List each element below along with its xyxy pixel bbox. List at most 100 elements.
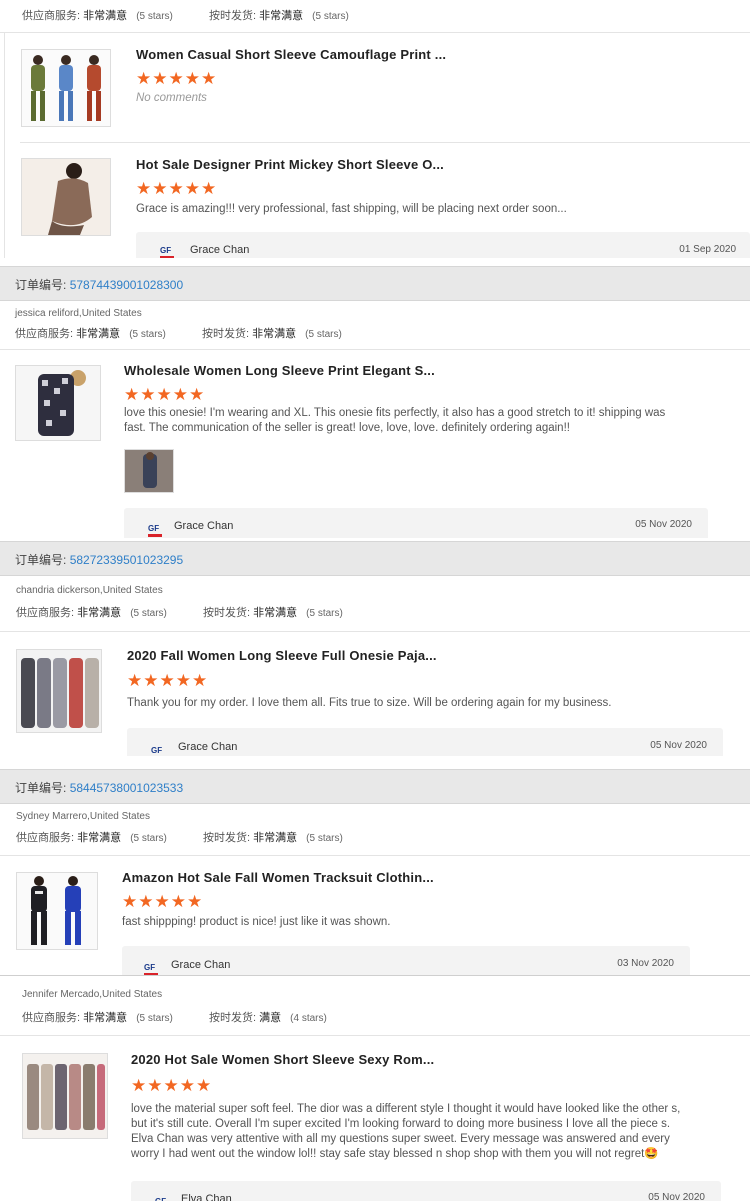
reviewer-name: chandria dickerson,United States [16,585,163,596]
review-comment: fast shippping! product is nice! just li… [122,916,391,928]
seller-reply-date: 03 Nov 2020 [617,958,674,969]
on-time-shipping-count: (4 stars) [290,1013,327,1024]
product-thumbnail[interactable] [21,49,111,127]
review-comment: love this onesie! I'm wearing and XL. Th… [124,407,666,434]
supplier-service-value: 非常满意 [83,1012,128,1024]
seller-logo-icon: GF [160,246,175,258]
product-title[interactable]: Amazon Hot Sale Fall Women Tracksuit Clo… [122,870,434,885]
supplier-service-label: 供应商服务: [15,328,74,340]
seller-reply-name: Grace Chan [171,959,231,971]
supplier-service-value: 非常满意 [77,832,122,844]
review-photo[interactable] [124,449,174,493]
seller-reply: GF Grace Chan 03 Nov 2020 [122,946,690,975]
on-time-shipping-count: (5 stars) [306,833,343,844]
review-block-5: Jennifer Mercado,United States 供应商服务: 非常… [0,975,750,1201]
product-title[interactable]: Women Casual Short Sleeve Camouflage Pri… [136,47,446,62]
order-number-link[interactable]: 58445738001023533 [70,781,183,795]
on-time-shipping-label: 按时发货: [208,1012,257,1024]
star-rating-icons: ★★★★★ [136,179,218,198]
order-number-label: 订单编号: [15,278,67,292]
rating-row: 供应商服务: 非常满意 (5 stars) 按时发货: 非常满意 (5 star… [16,829,343,845]
product-image [22,159,110,235]
order-number-link[interactable]: 58272339501023295 [70,553,183,567]
seller-reply: GF Grace Chan 05 Nov 2020 [124,508,708,538]
supplier-service-count: (5 stars) [130,608,167,619]
product-title[interactable]: 2020 Hot Sale Women Short Sleeve Sexy Ro… [131,1052,434,1067]
supplier-service-value: 非常满意 [83,10,128,22]
on-time-shipping-value: 非常满意 [253,607,298,619]
seller-reply: GF Grace Chan 05 Nov 2020 [127,728,723,756]
seller-logo-icon: GF [155,1197,166,1201]
rating-row: 供应商服务: 非常满意 (5 stars) 按时发货: 非常满意 (5 star… [22,7,349,23]
on-time-shipping-label: 按时发货: [208,10,257,22]
on-time-shipping-label: 按时发货: [202,607,251,619]
on-time-shipping-count: (5 stars) [312,11,349,22]
review-block-3: 订单编号: 58272339501023295 chandria dickers… [0,541,750,756]
review-photo-image [125,450,173,492]
star-rating-icons: ★★★★★ [131,1076,213,1095]
on-time-shipping-value: 非常满意 [259,10,304,22]
seller-reply: GF Grace Chan 01 Sep 2020 [136,232,750,258]
star-rating-icons: ★★★★★ [122,892,204,911]
product-image [16,366,100,440]
supplier-service-label: 供应商服务: [16,607,75,619]
order-number-label: 订单编号: [15,781,67,795]
reviewer-name: Jennifer Mercado,United States [22,989,163,1000]
product-thumbnail[interactable] [22,1053,108,1139]
order-number-label: 订单编号: [15,553,67,567]
review-block-1: 供应商服务: 非常满意 (5 stars) 按时发货: 非常满意 (5 star… [0,0,750,258]
rating-row: 供应商服务: 非常满意 (5 stars) 按时发货: 非常满意 (5 star… [15,325,342,341]
seller-reply: GF Elva Chan 05 Nov 2020 [131,1181,721,1201]
rating-row: 供应商服务: 非常满意 (5 stars) 按时发货: 满意 (4 stars) [22,1009,327,1025]
product-image [17,873,97,949]
on-time-shipping-count: (5 stars) [305,329,342,340]
seller-reply-date: 05 Nov 2020 [635,519,692,530]
order-number-link[interactable]: 57874439001028300 [70,278,183,292]
seller-logo-icon: GF [148,524,163,537]
product-thumbnail[interactable] [16,872,98,950]
on-time-shipping-count: (5 stars) [306,608,343,619]
order-number-bar: 订单编号: 57874439001028300 [0,266,750,301]
product-title[interactable]: Wholesale Women Long Sleeve Print Elegan… [124,363,435,378]
product-title[interactable]: 2020 Fall Women Long Sleeve Full Onesie … [127,648,437,663]
seller-logo-icon: GF [144,963,159,975]
supplier-service-count: (5 stars) [129,329,166,340]
on-time-shipping-value: 非常满意 [253,832,298,844]
rating-row: 供应商服务: 非常满意 (5 stars) 按时发货: 非常满意 (5 star… [16,604,343,620]
supplier-service-count: (5 stars) [130,833,167,844]
seller-reply-date: 01 Sep 2020 [679,244,736,255]
supplier-service-value: 非常满意 [76,328,121,340]
review-block-2: 订单编号: 57874439001028300 jessica reliford… [0,266,750,538]
review-comment: love the material super soft feel. The d… [131,1103,681,1160]
seller-reply-name: Grace Chan [178,741,238,753]
on-time-shipping-value: 满意 [259,1012,282,1024]
supplier-service-count: (5 stars) [136,11,173,22]
reviewer-name: Sydney Marrero,United States [16,811,150,822]
supplier-service-label: 供应商服务: [16,832,75,844]
seller-reply-date: 05 Nov 2020 [650,740,707,751]
seller-reply-name: Grace Chan [190,244,250,256]
reviewer-name: jessica reliford,United States [15,308,142,319]
review-block-4: 订单编号: 58445738001023533 Sydney Marrero,U… [0,769,750,975]
on-time-shipping-label: 按时发货: [201,328,250,340]
on-time-shipping-value: 非常满意 [252,328,297,340]
seller-reply-name: Grace Chan [174,520,234,532]
product-image [23,1054,107,1138]
product-image [17,650,101,732]
review-comment: No comments [136,92,207,104]
order-number-bar: 订单编号: 58445738001023533 [0,769,750,804]
seller-logo-icon: GF [151,746,163,755]
supplier-service-label: 供应商服务: [22,10,81,22]
product-thumbnail[interactable] [21,158,111,236]
order-number-bar: 订单编号: 58272339501023295 [0,541,750,576]
supplier-service-label: 供应商服务: [22,1012,81,1024]
product-title[interactable]: Hot Sale Designer Print Mickey Short Sle… [136,157,444,172]
product-thumbnail[interactable] [16,649,102,733]
product-thumbnail[interactable] [15,365,101,441]
supplier-service-count: (5 stars) [136,1013,173,1024]
review-comment: Thank you for my order. I love them all.… [127,697,612,709]
supplier-service-value: 非常满意 [77,607,122,619]
star-rating-icons: ★★★★★ [124,385,206,404]
review-comment: Grace is amazing!!! very professional, f… [136,203,567,215]
on-time-shipping-label: 按时发货: [202,832,251,844]
